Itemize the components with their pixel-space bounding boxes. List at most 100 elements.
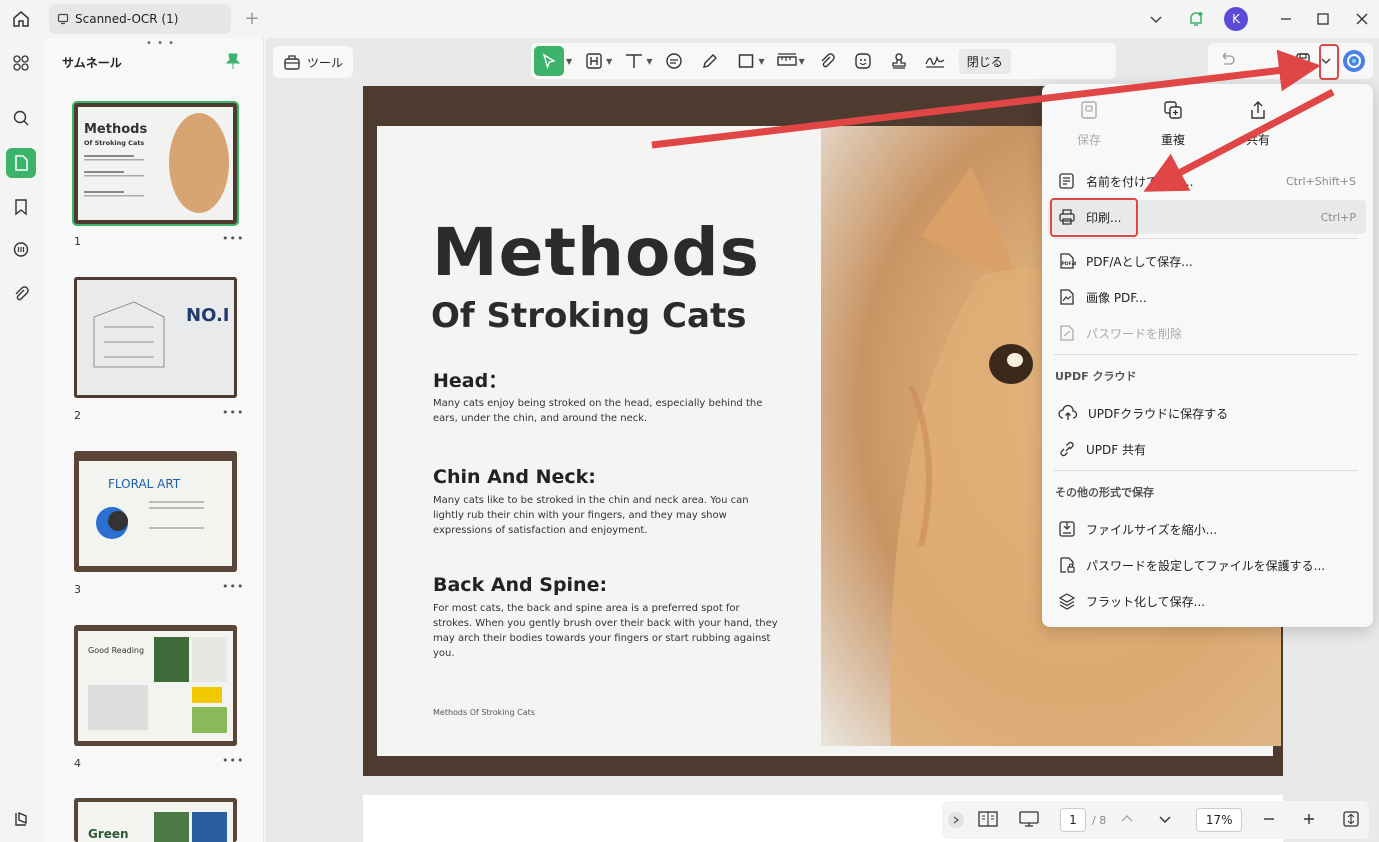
cloud-upload-icon [1058, 404, 1078, 420]
maximize-button[interactable] [1310, 5, 1336, 33]
thumbnail-page-2[interactable]: NO.I [74, 277, 237, 398]
bookmarks-button[interactable] [6, 192, 36, 222]
lock-file-icon [1060, 557, 1075, 573]
notifications-button[interactable] [1184, 5, 1208, 33]
attachments-button[interactable] [6, 279, 36, 309]
share-button[interactable]: 共有 [1228, 100, 1288, 148]
menu-item-reduce-size[interactable]: ファイルサイズを縮小... [1048, 512, 1366, 546]
thumbnail-more-button[interactable]: ••• [222, 232, 244, 245]
minimize-button[interactable] [1273, 5, 1299, 33]
signature-icon [925, 55, 945, 68]
ai-assistant-button[interactable] [1342, 49, 1366, 76]
layers-button[interactable] [6, 804, 36, 834]
menu-item-save-to-cloud[interactable]: UPDFクラウドに保存する [1048, 396, 1366, 430]
pencil-tool[interactable] [692, 46, 728, 76]
signature-tool[interactable] [917, 46, 953, 76]
new-tab-button[interactable]: + [242, 8, 262, 29]
comment-tool[interactable] [656, 46, 692, 76]
maximize-icon [1317, 13, 1329, 25]
presentation-button[interactable] [1018, 810, 1040, 831]
thumbnail-more-button[interactable]: ••• [222, 580, 244, 593]
collapse-bar-button[interactable] [948, 812, 964, 828]
close-icon [1356, 13, 1368, 25]
undo-button[interactable] [1218, 51, 1236, 72]
image-pdf-label: 画像 PDF... [1086, 290, 1147, 305]
save-icon [1296, 53, 1310, 67]
duplicate-button[interactable]: 重複 [1143, 100, 1203, 148]
thumbnail-page-3[interactable]: FLORAL ART [74, 451, 237, 572]
apps-button[interactable] [6, 48, 36, 78]
chevron-down-icon[interactable]: ▼ [646, 57, 652, 66]
thumbnails-button[interactable] [6, 148, 36, 178]
chevron-down-icon[interactable]: ▼ [799, 57, 805, 66]
save-button[interactable] [1294, 51, 1312, 72]
avatar: K [1224, 7, 1248, 31]
sticker-tool[interactable] [845, 46, 881, 76]
tools-button[interactable]: ツール [273, 46, 353, 78]
book-layout-icon [978, 810, 998, 827]
quick-save-label: 保存 [1076, 133, 1101, 147]
thumbnail-more-button[interactable]: ••• [222, 754, 244, 767]
select-tool[interactable] [534, 46, 564, 76]
total-pages: / 8 [1092, 813, 1107, 827]
compress-icon [1059, 521, 1075, 537]
attach-tool[interactable] [809, 46, 845, 76]
speech-bubble-icon [666, 53, 683, 69]
zoom-out-button[interactable] [1262, 812, 1276, 829]
menu-item-save-pdfa[interactable]: PDF/A PDF/Aとして保存... [1048, 244, 1366, 278]
document-tab-icon [57, 13, 69, 25]
annotation-highlight-print [1050, 198, 1138, 237]
menu-item-flatten[interactable]: フラット化して保存... [1048, 584, 1366, 618]
menu-divider [1054, 354, 1358, 355]
close-annotation-button[interactable]: 閉じる [958, 48, 1011, 74]
section-heading: Chin And Neck: [433, 466, 596, 488]
menu-item-save-as[interactable]: 名前を付けて保存... Ctrl+Shift+S [1048, 164, 1366, 198]
previous-page-button[interactable] [1120, 813, 1134, 827]
thumbnail-page-4[interactable]: Good Reading [74, 625, 237, 746]
annotation-toolbar: ▼ ▼ ▼ ▼ ▼ 閉じる [531, 43, 1116, 79]
close-window-button[interactable] [1349, 5, 1375, 33]
next-page-button[interactable] [1158, 813, 1172, 827]
zoom-level-input[interactable]: 17% [1196, 808, 1243, 832]
svg-text:Good Reading: Good Reading [88, 646, 144, 655]
sticker-icon [855, 53, 871, 69]
chevron-down-icon[interactable]: ▼ [758, 57, 764, 66]
menu-item-remove-password[interactable]: パスワードを削除 [1048, 316, 1366, 350]
svg-text:Of Stroking Cats: Of Stroking Cats [84, 139, 144, 147]
zoom-in-button[interactable] [1302, 812, 1316, 829]
user-avatar-button[interactable]: K [1224, 5, 1248, 33]
thumbnail-page-1[interactable]: Methods Of Stroking Cats [72, 101, 239, 226]
chevron-down-icon[interactable]: ▼ [606, 57, 612, 66]
comments-button[interactable] [6, 235, 36, 265]
highlight-icon [586, 53, 602, 69]
toolbox-icon [284, 55, 300, 70]
search-button[interactable] [6, 103, 36, 133]
thumbnail-number: 1 [74, 235, 81, 248]
quick-save-button[interactable]: 保存 [1059, 100, 1119, 148]
updf-share-label: UPDF 共有 [1086, 442, 1146, 457]
image-pdf-icon [1060, 289, 1074, 305]
home-button[interactable] [8, 6, 34, 32]
save-icon [1081, 101, 1097, 119]
menu-item-updf-share[interactable]: UPDF 共有 [1048, 432, 1366, 466]
pencil-icon [703, 54, 718, 68]
tabs-dropdown-button[interactable] [1144, 5, 1168, 33]
home-icon [13, 11, 29, 27]
section-body: Many cats enjoy being stroked on the hea… [433, 398, 763, 424]
pin-panel-button[interactable] [225, 52, 241, 73]
protect-password-label: パスワードを設定してファイルを保護する... [1086, 558, 1326, 573]
thumbnail-more-button[interactable]: ••• [222, 406, 244, 419]
fit-page-button[interactable] [1342, 810, 1360, 831]
menu-item-image-pdf[interactable]: 画像 PDF... [1048, 280, 1366, 314]
document-tab[interactable]: Scanned-OCR (1) [49, 4, 231, 34]
menu-item-protect-password[interactable]: パスワードを設定してファイルを保護する... [1048, 548, 1366, 582]
page-footer: Methods Of Stroking Cats [433, 708, 535, 717]
thumbnail-page-5[interactable]: Green [74, 798, 237, 842]
panel-resize-handle[interactable]: • • • [146, 38, 175, 49]
chevron-down-icon[interactable]: ▼ [566, 57, 572, 66]
stamp-tool[interactable] [881, 46, 917, 76]
share-label: 共有 [1245, 133, 1270, 147]
plus-icon [1304, 813, 1315, 824]
page-layout-button[interactable] [978, 810, 998, 831]
page-number-input[interactable]: 1 [1060, 808, 1086, 832]
